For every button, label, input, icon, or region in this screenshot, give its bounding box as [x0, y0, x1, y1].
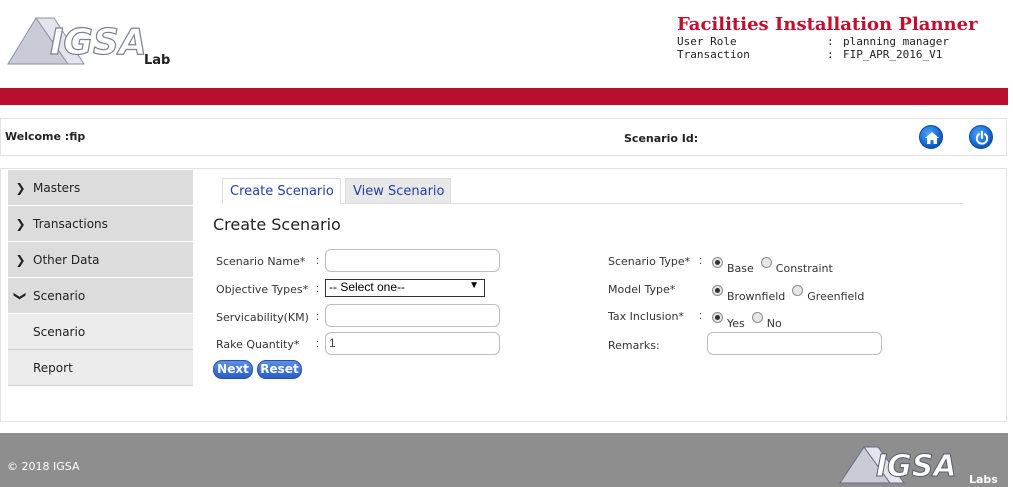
dropdown-arrow-icon: ▼ [469, 280, 479, 291]
sidebar-subitem-label: Report [33, 360, 73, 375]
serviceability-label: Servicability(KM) [216, 311, 309, 324]
meta-separator: : [827, 35, 834, 48]
transaction-value: FIP_APR_2016_V1 [843, 48, 943, 61]
page: IGSA Labs Facilities Installation Planne… [0, 0, 1013, 487]
chevron-right-icon: ❯ [15, 180, 26, 195]
radio-label: Brownfield [727, 290, 786, 303]
tax-inclusion-label: Tax Inclusion* [608, 310, 684, 323]
igsa-logo: IGSA Labs [839, 446, 998, 485]
colon: : [316, 311, 320, 323]
sidebar-item-transactions[interactable]: ❯ Transactions [8, 206, 193, 242]
home-button[interactable] [919, 125, 943, 149]
scenario-id-label: Scenario Id: [624, 132, 699, 145]
scenario-type-label: Scenario Type* [608, 255, 691, 268]
colon: : [699, 255, 703, 267]
logo-sub: Labs [969, 473, 998, 485]
rake-quantity-input[interactable]: 1 [325, 332, 500, 355]
logo-text: IGSA [876, 449, 957, 484]
header-meta: User Role : planning manager Transaction… [677, 35, 949, 61]
sidebar-subitem-label: Scenario [33, 324, 86, 339]
welcome-text: Welcome :fip [5, 130, 86, 143]
user-role-value: planning manager [843, 35, 949, 48]
chevron-right-icon: ❯ [15, 252, 26, 267]
scenario-name-input[interactable] [325, 249, 500, 272]
remarks-input[interactable] [707, 332, 882, 355]
radio-label: No [766, 317, 782, 330]
radio-greenfield[interactable] [792, 285, 804, 296]
transaction-label: Transaction [677, 48, 750, 61]
radio-no[interactable] [751, 312, 763, 323]
footer: © 2018 IGSA IGSA Labs [0, 433, 1008, 487]
tab-create-scenario[interactable]: Create Scenario [222, 178, 341, 204]
colon: : [316, 283, 320, 295]
model-type-radio-group: Brownfield Greenfield [712, 284, 871, 303]
radio-constraint[interactable] [760, 257, 772, 268]
sidebar-item-label: Other Data [33, 252, 100, 267]
objective-types-value: -- Select one-- [329, 280, 406, 294]
sidebar-item-label: Transactions [33, 216, 108, 231]
radio-base[interactable] [712, 257, 723, 268]
sidebar-item-masters[interactable]: ❯ Masters [8, 170, 193, 206]
sidebar-subitem-report[interactable]: Report [8, 350, 193, 386]
reset-button[interactable]: Reset [257, 360, 302, 379]
logout-button[interactable] [969, 125, 993, 149]
copyright-text: © 2018 IGSA [7, 460, 80, 473]
radio-label: Yes [727, 317, 745, 330]
sidebar-subitem-scenario[interactable]: Scenario [8, 314, 193, 350]
sidebar-item-label: Scenario [33, 288, 86, 303]
form-title: Create Scenario [213, 215, 341, 234]
welcome-bar: Welcome :fip Scenario Id: [0, 118, 1007, 156]
chevron-down-icon: ❯ [13, 290, 28, 301]
header: IGSA Labs Facilities Installation Planne… [0, 0, 1013, 88]
home-icon [925, 132, 939, 144]
serviceability-input[interactable] [325, 304, 500, 327]
logo-sub: Labs [144, 53, 171, 66]
objective-types-label: Objective Types* [216, 283, 309, 296]
colon: : [316, 338, 320, 350]
brand-bar [0, 88, 1008, 105]
chevron-right-icon: ❯ [15, 216, 26, 231]
tab-bar: Create Scenario View Scenario [222, 178, 963, 204]
rake-quantity-label: Rake Quantity* [216, 338, 300, 351]
radio-label: Base [727, 262, 754, 275]
objective-types-select[interactable]: -- Select one-- ▼ [325, 279, 485, 297]
scenario-name-label: Scenario Name* [216, 255, 306, 268]
tax-inclusion-radio-group: Yes No [712, 311, 789, 330]
igsa-logo: IGSA Labs [7, 17, 171, 66]
radio-yes[interactable] [712, 312, 723, 323]
radio-brownfield[interactable] [712, 285, 723, 296]
app-title: Facilities Installation Planner [677, 14, 978, 35]
meta-separator: : [827, 48, 834, 61]
colon: : [699, 310, 703, 322]
user-role-label: User Role [677, 35, 737, 48]
radio-label: Constraint [775, 262, 833, 275]
logo-text: IGSA [50, 22, 147, 63]
scenario-type-radio-group: Base Constraint [712, 256, 840, 275]
radio-label: Greenfield [807, 290, 865, 303]
sidebar: ❯ Masters ❯ Transactions ❯ Other Data ❯ … [8, 170, 193, 386]
model-type-label: Model Type* [608, 283, 676, 296]
next-button[interactable]: Next [213, 360, 253, 379]
sidebar-item-scenario[interactable]: ❯ Scenario [8, 278, 193, 314]
sidebar-item-label: Masters [33, 180, 81, 195]
tab-view-scenario[interactable]: View Scenario [345, 178, 451, 204]
power-icon [975, 130, 989, 145]
colon: : [316, 255, 320, 267]
remarks-label: Remarks: [608, 339, 660, 352]
sidebar-item-other-data[interactable]: ❯ Other Data [8, 242, 193, 278]
